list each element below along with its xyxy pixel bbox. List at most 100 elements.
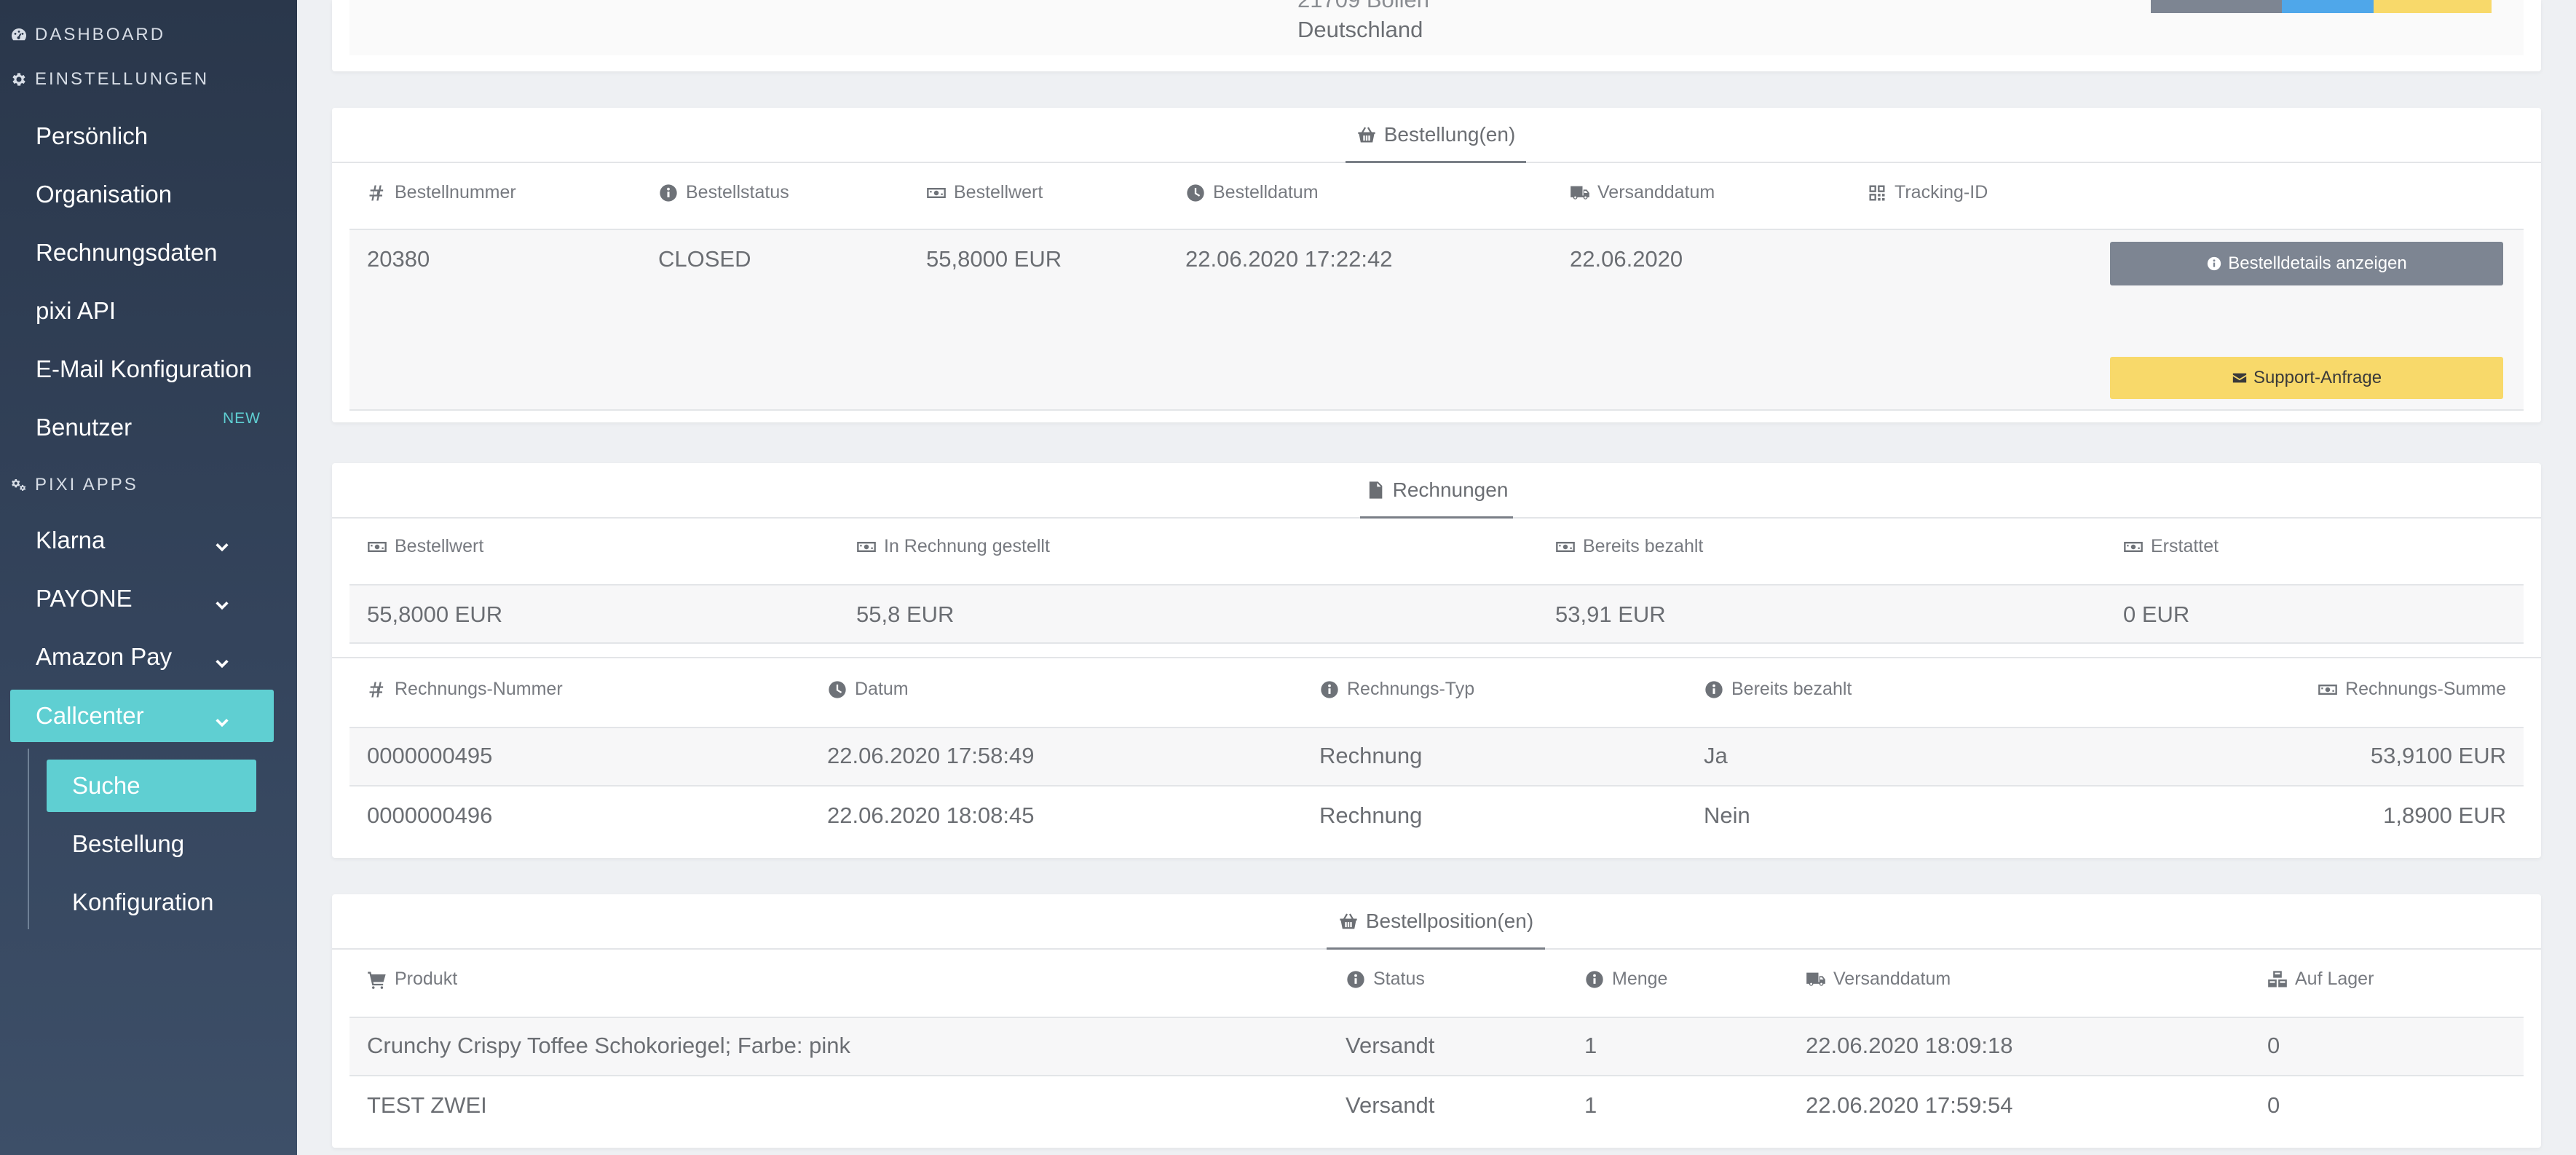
col-header-versanddatum: Versanddatum <box>1570 182 1715 203</box>
col-header-bereits-bezahlt: Bereits bezahlt <box>1555 536 1703 557</box>
sidebar-app-amazon-pay[interactable]: Amazon Pay <box>10 631 274 683</box>
sidebar-section-dashboard[interactable]: DASHBOARD <box>10 25 165 45</box>
tab-bestellungen[interactable]: Bestellung(en) <box>1346 108 1526 163</box>
sidebar-item-pixi-api[interactable]: pixi API <box>36 297 116 325</box>
sidebar-section-pixi-apps[interactable]: PIXI APPS <box>10 475 138 495</box>
tab-rechnungen[interactable]: Rechnungen <box>1360 463 1513 519</box>
col-header-rechnungs-typ: Rechnungs-Typ <box>1319 679 1474 700</box>
action-button-blue[interactable] <box>2282 0 2374 13</box>
address-city-line: 21709 Bollen <box>1297 0 1429 13</box>
invoice-type: Rechnung <box>1319 743 1423 768</box>
hash-icon <box>367 183 387 203</box>
info-icon <box>1319 679 1340 700</box>
invoice-number: 0000000495 <box>367 743 493 768</box>
clock-icon <box>1185 183 1206 203</box>
chevron-down-icon <box>214 650 230 669</box>
chevron-down-icon <box>214 591 230 610</box>
position-status: Versandt <box>1346 1092 1435 1118</box>
sidebar-sub-bestellung[interactable]: Bestellung <box>47 818 256 870</box>
col-header-bestellwert: Bestellwert <box>367 536 483 557</box>
sidebar-item-organisation[interactable]: Organisation <box>36 181 172 208</box>
sidebar-section-label: PIXI APPS <box>35 475 138 494</box>
info-icon <box>2206 256 2222 272</box>
summary-invoiced: 55,8 EUR <box>856 602 955 627</box>
col-header-rechnungs-nummer: Rechnungs-Nummer <box>367 679 563 700</box>
sidebar-app-label: Klarna <box>36 527 106 553</box>
invoice-date: 22.06.2020 18:08:45 <box>827 803 1035 828</box>
new-badge: NEW <box>223 410 261 427</box>
sidebar-item-rechnungsdaten[interactable]: Rechnungsdaten <box>36 239 218 267</box>
position-stock: 0 <box>2267 1033 2280 1058</box>
money-icon <box>926 183 947 203</box>
sidebar-item-persoenlich[interactable]: Persönlich <box>36 122 148 150</box>
sidebar-section-label: DASHBOARD <box>35 25 166 44</box>
envelope-icon <box>2232 370 2248 386</box>
invoice-sum: 53,9100 EUR <box>2370 743 2506 768</box>
positions-card: Bestellposition(en) Produkt Status Menge… <box>332 894 2541 1148</box>
col-header-produkt: Produkt <box>367 969 457 990</box>
sidebar-section-label: EINSTELLUNGEN <box>35 69 210 89</box>
address-country: Deutschland <box>1297 17 1423 42</box>
sidebar-app-klarna[interactable]: Klarna <box>10 514 274 567</box>
col-header-tracking-id: Tracking-ID <box>1867 182 1988 203</box>
col-header-bestelldatum: Bestelldatum <box>1185 182 1319 203</box>
boxes-icon <box>2267 969 2288 990</box>
invoice-date: 22.06.2020 17:58:49 <box>827 743 1035 768</box>
truck-icon <box>1806 969 1826 990</box>
invoice-icon <box>1365 480 1386 500</box>
sidebar-app-label: Amazon Pay <box>36 643 173 670</box>
sidebar-app-label: Callcenter <box>36 702 144 729</box>
order-details-button[interactable]: Bestelldetails anzeigen <box>2110 242 2503 285</box>
summary-order-value: 55,8000 EUR <box>367 602 503 627</box>
gear-icon <box>10 71 28 88</box>
sidebar-item-benutzer[interactable]: Benutzer <box>36 414 132 441</box>
invoice-number: 0000000496 <box>367 803 493 828</box>
table-divider <box>349 409 2524 411</box>
table-row <box>349 728 2524 785</box>
table-divider <box>349 785 2524 787</box>
qrcode-icon <box>1867 183 1887 203</box>
order-status: CLOSED <box>658 246 751 272</box>
sidebar-item-email-konfiguration[interactable]: E-Mail Konfiguration <box>36 355 252 383</box>
col-header-rechnungs-summe: Rechnungs-Summe <box>2318 679 2506 700</box>
position-ship-date: 22.06.2020 18:09:18 <box>1806 1033 2013 1058</box>
info-icon <box>658 183 679 203</box>
position-product: TEST ZWEI <box>367 1092 487 1118</box>
sidebar-app-callcenter[interactable]: Callcenter <box>10 690 274 742</box>
orders-tabbar: Bestellung(en) <box>332 108 2541 163</box>
action-button-yellow[interactable] <box>2374 0 2492 13</box>
col-header-bestellwert: Bestellwert <box>926 182 1043 203</box>
cart-icon <box>367 969 387 990</box>
order-ship-date: 22.06.2020 <box>1570 246 1683 272</box>
position-qty: 1 <box>1584 1092 1597 1118</box>
order-number: 20380 <box>367 246 430 272</box>
action-button-gray[interactable] <box>2151 0 2282 13</box>
col-header-menge: Menge <box>1584 969 1667 990</box>
info-icon <box>1346 969 1366 990</box>
col-header-versanddatum: Versanddatum <box>1806 969 1951 990</box>
invoice-sum: 1,8900 EUR <box>2383 803 2506 828</box>
sidebar-section-einstellungen[interactable]: EINSTELLUNGEN <box>10 69 209 90</box>
hash-icon <box>367 679 387 700</box>
position-status: Versandt <box>1346 1033 1435 1058</box>
gears-icon <box>10 476 28 494</box>
col-header-erstattet: Erstattet <box>2123 536 2219 557</box>
invoices-card: Rechnungen Bestellwert In Rechnung geste… <box>332 463 2541 858</box>
tab-label: Rechnungen <box>1392 478 1509 501</box>
truck-icon <box>1570 183 1590 203</box>
money-icon <box>367 537 387 557</box>
support-request-button[interactable]: Support-Anfrage <box>2110 357 2503 399</box>
chevron-down-icon <box>214 709 230 728</box>
table-divider <box>349 642 2524 644</box>
position-ship-date: 22.06.2020 17:59:54 <box>1806 1092 2013 1118</box>
sidebar-sub-konfiguration[interactable]: Konfiguration <box>47 876 256 929</box>
customer-address-card: 21709 Bollen Deutschland <box>332 0 2541 71</box>
sidebar-sub-suche[interactable]: Suche <box>47 760 256 812</box>
col-header-auf-lager: Auf Lager <box>2267 969 2374 990</box>
basket-icon <box>1356 125 1377 145</box>
orders-card: Bestellung(en) Bestellnummer Bestellstat… <box>332 108 2541 422</box>
order-value: 55,8000 EUR <box>926 246 1062 272</box>
sidebar-app-payone[interactable]: PAYONE <box>10 572 274 625</box>
position-stock: 0 <box>2267 1092 2280 1118</box>
tab-bestellpositionen[interactable]: Bestellposition(en) <box>1327 894 1545 950</box>
